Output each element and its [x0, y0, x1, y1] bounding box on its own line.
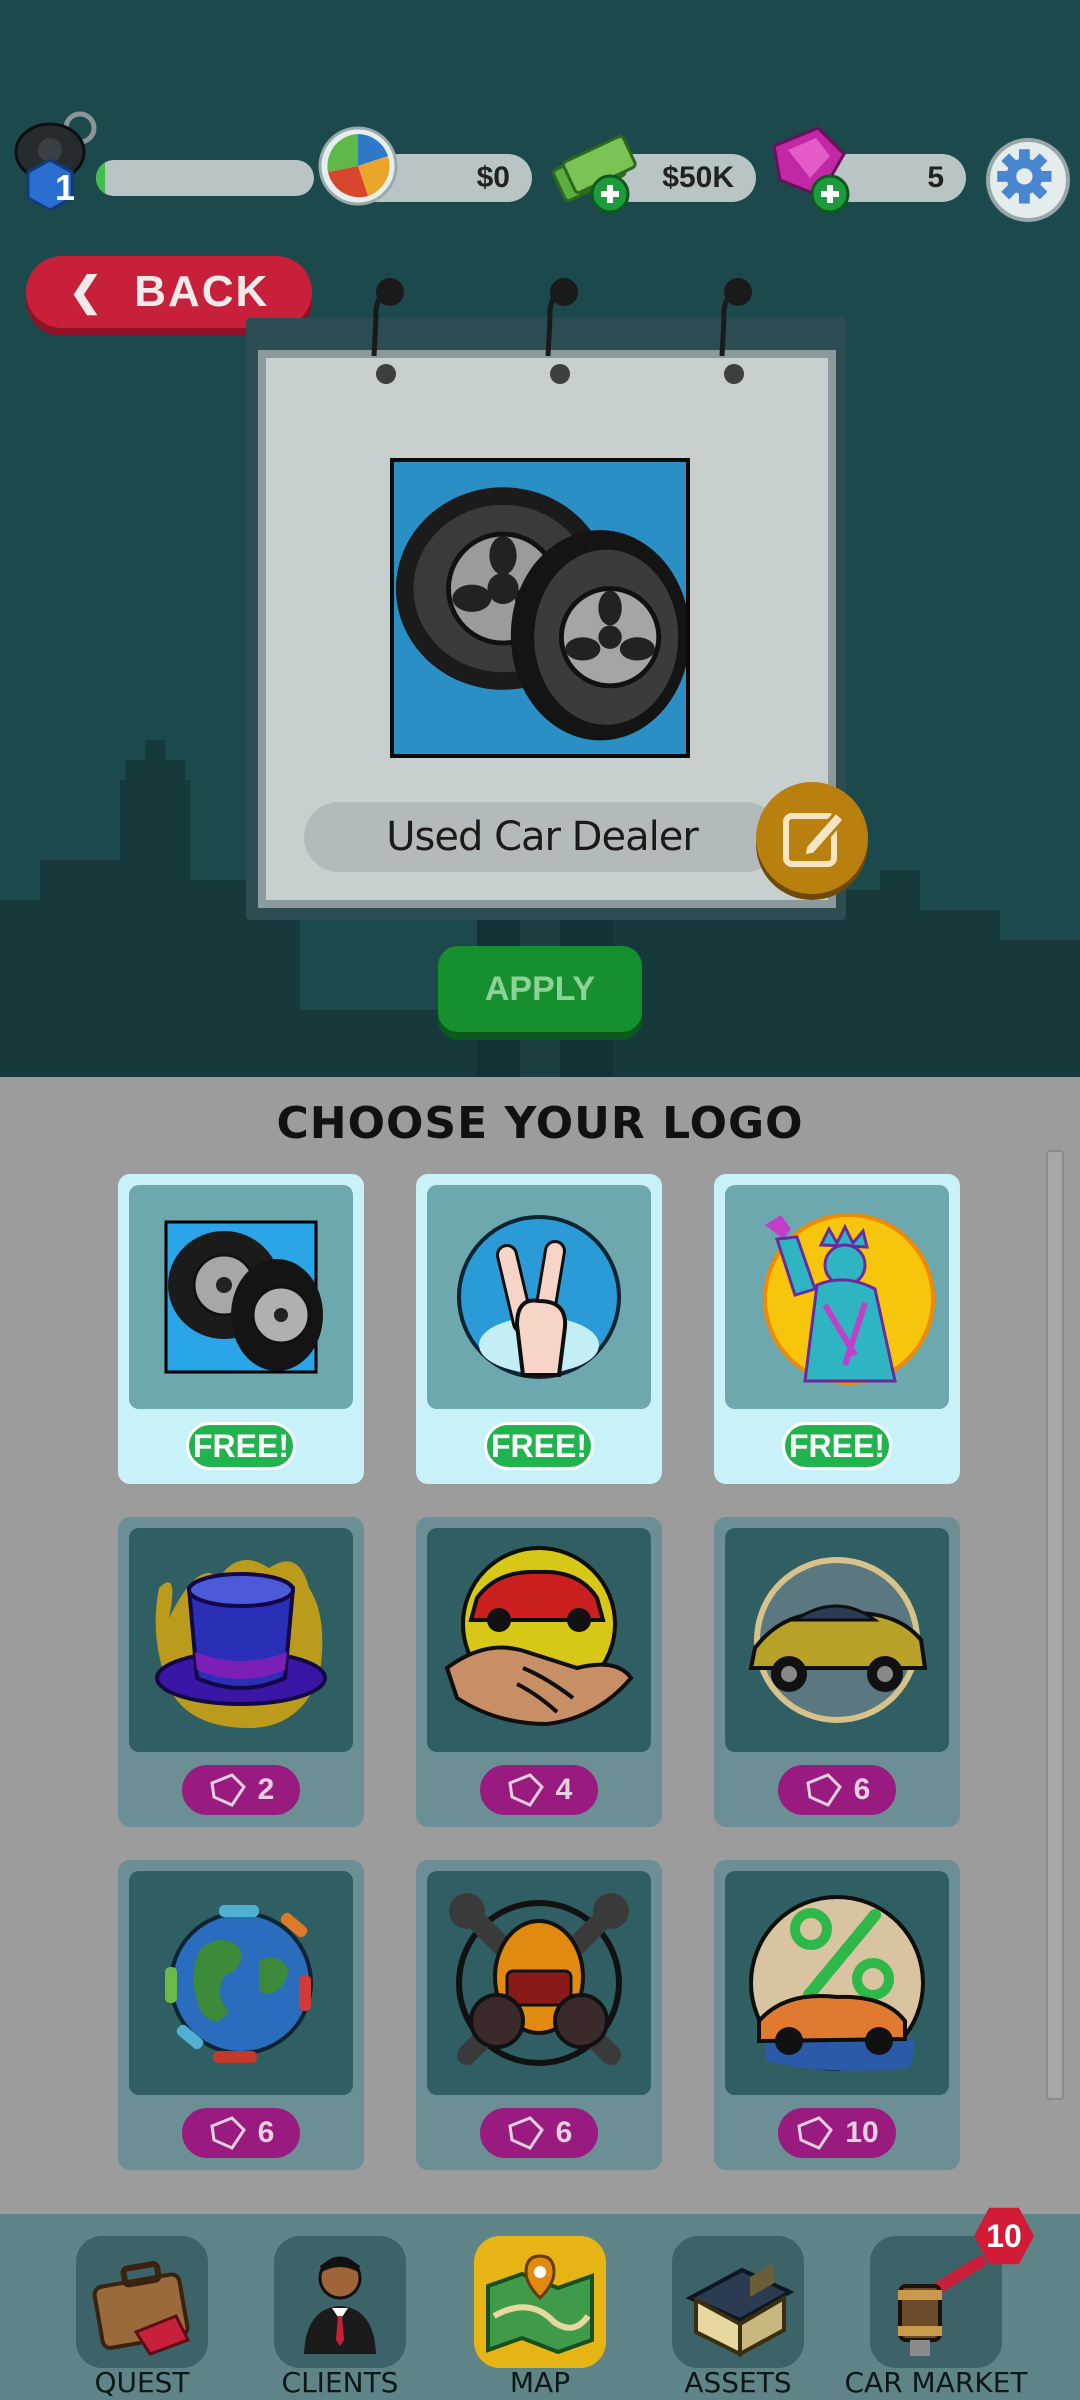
gems-amount: 5 [927, 161, 944, 194]
logo-card-image [129, 1528, 353, 1752]
logo-card-tires[interactable]: FREE! [118, 1174, 364, 1484]
level-indicator: 1 [10, 110, 314, 210]
nav-label: MAP [509, 2366, 571, 2399]
logo-card-percent-car[interactable]: 10 [714, 1860, 960, 2170]
logo-card-peace[interactable]: FREE! [416, 1174, 662, 1484]
logo-card-image [427, 1871, 651, 2095]
apply-button[interactable]: APPLY [438, 946, 642, 1032]
top-hat-logo-icon [155, 1560, 327, 1728]
gem-price: 6 [853, 1773, 871, 1806]
percent-car-logo-icon [749, 1895, 925, 2071]
billboard-clip-icon [545, 278, 578, 384]
nav-label: CAR MARKET [844, 2366, 1028, 2399]
nav-icon-tile [274, 2236, 406, 2368]
logo-card-top-hat[interactable]: 2 [118, 1517, 364, 1827]
client-icon [304, 2256, 376, 2354]
gem-icon [806, 1773, 842, 1807]
logo-card-globe[interactable]: 6 [118, 1860, 364, 2170]
gem-icon [797, 2116, 834, 2150]
gem-price-badge: 6 [480, 2108, 598, 2158]
logo-card-liberty[interactable]: FREE! [714, 1174, 960, 1484]
billboard-clip-icon [719, 278, 752, 384]
edit-name-icon[interactable] [756, 782, 868, 894]
tires-logo-icon [395, 487, 690, 741]
panel-title: CHOOSE YOUR LOGO [276, 1098, 804, 1149]
nav-icon-tile [76, 2236, 208, 2368]
logo-card-classic-car[interactable]: 6 [714, 1517, 960, 1827]
nav-item-map[interactable]: MAP [450, 2226, 630, 2400]
auction-hammer-icon [898, 2256, 986, 2356]
bottom-nav: QUEST CLIENTS MAP ASSETS CAR MARKET [0, 2214, 1080, 2400]
nav-icon-tile [474, 2236, 606, 2368]
cash-stack-icon[interactable] [548, 120, 644, 216]
level-progress-bar [96, 160, 314, 196]
nav-label: ASSETS [684, 2366, 792, 2399]
logo-card-image [427, 1528, 651, 1752]
gem-price: 2 [257, 1773, 275, 1806]
gem-icon [508, 1773, 544, 1807]
back-button-label: BACK [134, 267, 270, 316]
map-icon [486, 2254, 594, 2355]
gem-icon[interactable] [760, 120, 856, 216]
wrench-helmet-logo-icon [449, 1893, 629, 2066]
logo-list-scrollbar[interactable] [1046, 1150, 1064, 2100]
logo-card-image [725, 1871, 949, 2095]
gem-price-badge: 6 [182, 2108, 300, 2158]
dealer-name-field[interactable]: Used Car Dealer [304, 802, 780, 872]
handshake-car-logo-icon [444, 1546, 634, 1727]
logo-card-image [427, 1185, 651, 1409]
pie-chart-icon [318, 126, 398, 206]
level-number: 1 [54, 167, 76, 208]
top-hud: 1 $0 $50K 5 [0, 110, 1080, 222]
nav-label: QUEST [94, 2366, 190, 2399]
selected-logo-preview [390, 458, 690, 758]
gem-icon [210, 1773, 246, 1807]
price-free-badge: FREE! [186, 1422, 296, 1470]
nav-item-clients[interactable]: CLIENTS [250, 2226, 430, 2400]
price-free-badge: FREE! [484, 1422, 594, 1470]
gem-price: 10 [845, 2116, 879, 2149]
gem-price-badge: 10 [778, 2108, 896, 2158]
gem-price: 6 [257, 2116, 275, 2149]
gem-icon [210, 2116, 246, 2150]
logo-card-image [129, 1185, 353, 1409]
logo-card-image [725, 1528, 949, 1752]
settings-gear-icon[interactable] [986, 138, 1070, 222]
logo-card-handshake[interactable]: 4 [416, 1517, 662, 1827]
nav-item-assets[interactable]: ASSETS [648, 2226, 828, 2400]
gem-icon [508, 2116, 544, 2150]
nav-label: CLIENTS [281, 2366, 399, 2399]
tires-logo-icon [164, 1220, 323, 1374]
gem-price: 4 [555, 1773, 573, 1806]
billboard-clip-icon [371, 278, 404, 384]
classic-car-logo-icon [748, 1557, 928, 1723]
globe-cars-logo-icon [165, 1905, 313, 2063]
logo-card-wrench-helmet[interactable]: 6 [416, 1860, 662, 2170]
price-free-badge: FREE! [782, 1422, 892, 1470]
house-icon [685, 2263, 795, 2358]
peace-hand-logo-icon [457, 1215, 621, 1379]
gem-price: 6 [555, 2116, 573, 2149]
logo-card-image [725, 1185, 949, 1409]
gem-price-badge: 6 [778, 1765, 896, 1815]
briefcase-icon [92, 2260, 191, 2356]
nav-icon-tile [672, 2236, 804, 2368]
chevron-left-icon: ❮ [68, 270, 105, 314]
nav-item-quest[interactable]: QUEST [52, 2226, 232, 2400]
statue-of-liberty-logo-icon [763, 1213, 935, 1385]
cash-amount: $50K [662, 161, 734, 194]
logo-card-image [129, 1871, 353, 2095]
nav-icon-tile [870, 2236, 1002, 2368]
dealership-scene: 1 $0 $50K 5 ❮ BACK Used Car Dealer APPLY [0, 0, 1080, 1077]
gem-price-badge: 2 [182, 1765, 300, 1815]
gem-price-badge: 4 [480, 1765, 598, 1815]
value-amount: $0 [476, 161, 510, 194]
